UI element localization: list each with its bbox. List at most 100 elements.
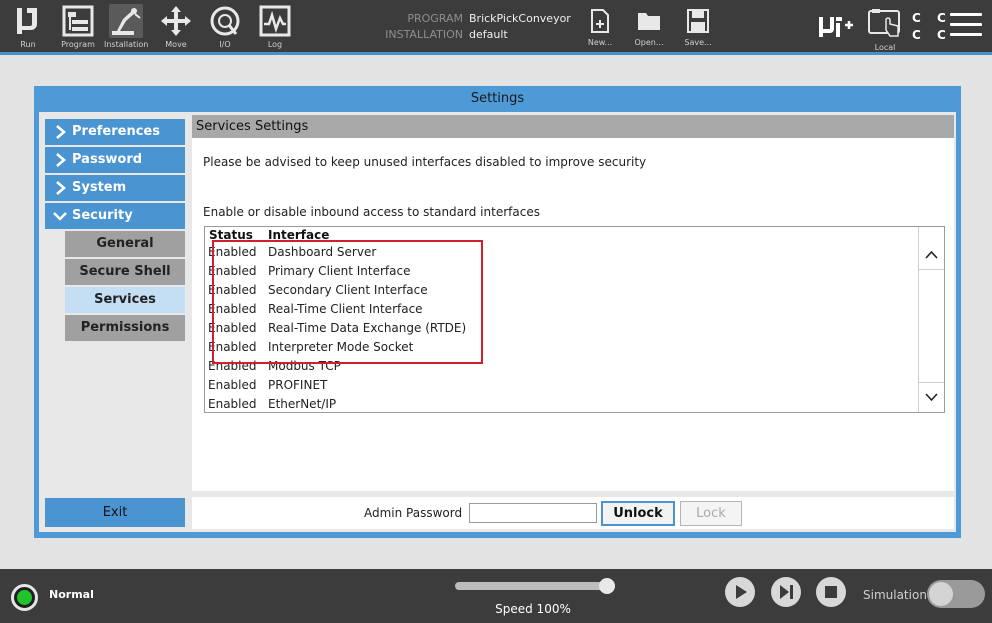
- hamburger-menu-icon[interactable]: [950, 13, 982, 39]
- nav-log-label: Log: [267, 40, 283, 49]
- sidebar-item-password[interactable]: Password: [45, 147, 185, 173]
- urplus-icon: [819, 17, 853, 37]
- admin-password-input[interactable]: [469, 503, 597, 523]
- status-indicator-icon: [17, 590, 32, 605]
- speed-slider-handle[interactable]: [599, 578, 615, 594]
- service-row-profinet[interactable]: Enabled PROFINET: [208, 378, 918, 397]
- sidebar-item-system[interactable]: System: [45, 175, 185, 201]
- nav-run-button[interactable]: Run: [6, 4, 50, 52]
- io-gauge-icon: [210, 6, 240, 36]
- chevron-right-icon: [56, 125, 66, 139]
- step-forward-icon: [780, 585, 793, 599]
- chevron-down-icon: [53, 212, 67, 221]
- nav-program-button[interactable]: Program: [56, 4, 100, 52]
- unlock-button[interactable]: Unlock: [601, 501, 675, 526]
- service-interface: Primary Client Interface: [268, 264, 411, 278]
- service-status: Enabled: [208, 359, 257, 373]
- toggle-knob: [929, 582, 953, 606]
- program-label: PROGRAM: [407, 12, 463, 25]
- chevron-down-icon: [925, 393, 938, 402]
- stop-button[interactable]: [816, 577, 846, 607]
- service-interface: Real-Time Data Exchange (RTDE): [268, 321, 467, 335]
- scroll-down-button[interactable]: [919, 382, 944, 412]
- local-label: Local: [874, 43, 896, 52]
- settings-dialog: Settings Preferences Password System Sec…: [34, 86, 961, 538]
- move-arrows-icon: [161, 6, 191, 36]
- footer-bar: Normal Speed 100% Simulation: [0, 569, 992, 623]
- service-status: Enabled: [208, 397, 257, 411]
- sidebar-subitem-secure-shell[interactable]: Secure Shell: [65, 259, 185, 285]
- program-tree-icon: [62, 5, 94, 37]
- chevron-up-icon: [925, 250, 938, 259]
- service-row-modbus[interactable]: Enabled Modbus TCP: [208, 359, 918, 378]
- ur-logo-icon: [17, 8, 37, 34]
- service-status: Enabled: [208, 283, 257, 297]
- exit-button[interactable]: Exit: [45, 498, 185, 527]
- sidebar-subitem-permissions[interactable]: Permissions: [65, 315, 185, 341]
- new-file-icon: [591, 9, 609, 33]
- lock-button[interactable]: Lock: [680, 501, 742, 526]
- dialog-body: Preferences Password System Security Gen…: [39, 112, 956, 532]
- service-interface: Secondary Client Interface: [268, 283, 428, 297]
- chevron-right-icon: [56, 181, 66, 195]
- sidebar-item-label: Preferences: [72, 124, 160, 139]
- sidebar-subitem-services[interactable]: Services: [65, 287, 185, 313]
- sidebar-item-label: Password: [72, 152, 143, 167]
- cc-line-1: C C: [912, 11, 952, 25]
- top-bar-accent-line: [0, 52, 992, 55]
- log-graph-icon: [259, 5, 291, 37]
- admin-password-bar: Admin Password Unlock Lock: [192, 497, 954, 529]
- play-button[interactable]: [725, 577, 755, 607]
- urplus-button[interactable]: [817, 14, 853, 40]
- nav-installation-button[interactable]: Installation: [104, 4, 148, 52]
- nav-move-button[interactable]: Move: [154, 4, 198, 52]
- robot-status-button[interactable]: [11, 584, 38, 611]
- service-row-secondary-client[interactable]: Enabled Secondary Client Interface: [208, 283, 918, 302]
- list-scrollbar[interactable]: [918, 227, 944, 412]
- local-control-button[interactable]: Local: [866, 8, 904, 52]
- service-interface: PROFINET: [268, 378, 328, 392]
- open-program-button[interactable]: Open...: [631, 8, 667, 48]
- security-advice-text: Please be advised to keep unused interfa…: [203, 155, 647, 169]
- sidebar-item-security[interactable]: Security: [45, 203, 185, 229]
- service-row-rtde[interactable]: Enabled Real-Time Data Exchange (RTDE): [208, 321, 918, 340]
- column-header-interface: Interface: [268, 228, 330, 242]
- cc-indicator: C C C C: [912, 10, 952, 44]
- save-program-button[interactable]: Save...: [680, 8, 716, 48]
- services-settings-panel: Services Settings Please be advised to k…: [192, 115, 954, 491]
- simulation-label: Simulation: [863, 588, 927, 602]
- service-row-dashboard[interactable]: Enabled Dashboard Server: [208, 245, 918, 264]
- service-interface: Dashboard Server: [268, 245, 377, 259]
- program-installation-values: BrickPickConveyor default: [469, 11, 571, 43]
- scroll-up-button[interactable]: [919, 239, 944, 269]
- scroll-track[interactable]: [919, 269, 944, 381]
- speed-label: Speed 100%: [495, 602, 571, 616]
- simulation-toggle[interactable]: [927, 580, 985, 608]
- service-row-realtime-client[interactable]: Enabled Real-Time Client Interface: [208, 302, 918, 321]
- service-interface: Modbus TCP: [268, 359, 341, 373]
- nav-program-label: Program: [61, 40, 95, 49]
- service-interface: EtherNet/IP: [268, 397, 337, 411]
- service-row-ethernet-ip[interactable]: Enabled EtherNet/IP: [208, 397, 918, 412]
- service-status: Enabled: [208, 340, 257, 354]
- top-bar: Run Program Installation Move I/O Log PR…: [0, 0, 992, 55]
- service-status: Enabled: [208, 378, 257, 392]
- new-program-button[interactable]: New...: [582, 8, 618, 48]
- panel-heading: Services Settings: [192, 115, 954, 138]
- save-icon: [687, 9, 709, 33]
- chevron-right-icon: [56, 153, 66, 167]
- step-button[interactable]: [771, 577, 801, 607]
- nav-log-button[interactable]: Log: [253, 4, 297, 52]
- speed-slider-track[interactable]: [455, 582, 615, 590]
- service-row-primary-client[interactable]: Enabled Primary Client Interface: [208, 264, 918, 283]
- sidebar-subitem-general[interactable]: General: [65, 231, 185, 257]
- nav-run-label: Run: [20, 40, 36, 49]
- service-status: Enabled: [208, 302, 257, 316]
- new-label: New...: [587, 38, 613, 47]
- nav-io-button[interactable]: I/O: [203, 4, 247, 52]
- sidebar-item-preferences[interactable]: Preferences: [45, 119, 185, 145]
- service-row-interpreter-mode[interactable]: Enabled Interpreter Mode Socket: [208, 340, 918, 359]
- program-name: BrickPickConveyor: [469, 12, 571, 25]
- service-status: Enabled: [208, 321, 257, 335]
- save-label: Save...: [684, 38, 712, 47]
